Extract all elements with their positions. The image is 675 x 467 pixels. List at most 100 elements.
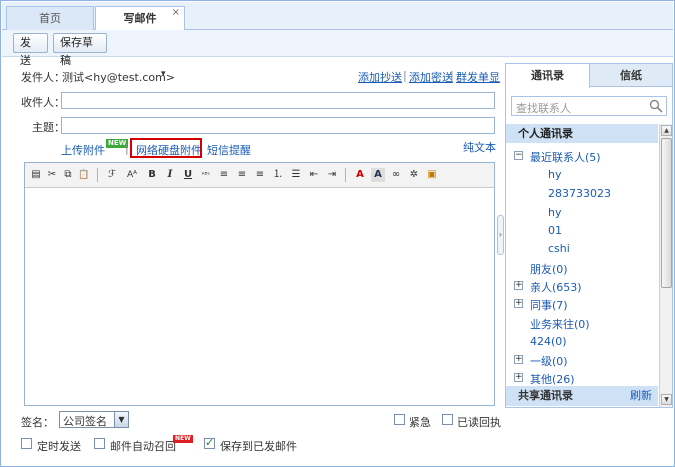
group-424[interactable]: 424(0) [530,335,567,348]
close-icon[interactable]: × [172,1,180,25]
scroll-down-icon[interactable]: ▼ [661,394,672,405]
link-icon[interactable]: ∞ [389,168,403,182]
signature-label: 签名： [21,416,54,429]
separate-send-link[interactable]: 群发单显 [456,69,500,85]
group-other[interactable]: 其他(26) [530,371,575,387]
contacts-tabs: 通讯录 信纸 [506,64,672,88]
tab-home[interactable]: 首页 [6,6,94,31]
subject-input[interactable] [61,117,495,134]
expand-icon[interactable]: + [514,355,523,364]
to-input[interactable] [61,92,495,109]
paste-icon[interactable]: 📋 [77,168,91,182]
save-draft-button[interactable]: 保存草稿 [53,33,107,67]
toolbar-divider [97,168,98,182]
save-sent-checkbox[interactable] [204,436,215,449]
font-color-icon[interactable]: A [353,168,367,182]
scroll-up-icon[interactable]: ▲ [661,125,672,136]
image-icon[interactable]: ▣ [425,168,439,182]
tab-home-label: 首页 [39,12,61,25]
sms-reminder-link[interactable]: 短信提醒 [207,142,251,158]
contact-search-input[interactable]: 查找联系人 [511,96,667,116]
divider: | [450,69,454,82]
save-sent-label: 保存到已发邮件 [220,440,297,453]
align-center-icon[interactable]: ≡ [235,168,249,182]
from-value[interactable]: 测试<hy@test.com> [62,69,175,85]
contact-item[interactable]: hy [548,206,561,219]
contacts-scrollbar[interactable]: ▲ ▼ [659,124,672,407]
compose-toolbar: 发送 保存草稿 [2,30,673,67]
scheduled-send-label: 定时发送 [37,440,81,453]
urgent-label: 紧急 [409,416,431,429]
copy-icon[interactable]: ⧉ [61,168,75,182]
chevron-down-icon[interactable]: ▾ [161,69,166,79]
tab-bar: 首页 写邮件 × [2,2,673,31]
expand-icon[interactable]: + [514,373,523,382]
compose-window: 首页 写邮件 × 发送 保存草稿 发件人： 测试<hy@test.com> ▾ … [0,0,675,467]
unordered-list-icon[interactable]: ☰ [289,168,303,182]
read-receipt-label: 已读回执 [457,416,501,429]
search-placeholder: 查找联系人 [516,102,571,115]
contacts-panel: 通讯录 信纸 查找联系人 个人通讯录 − 最近联系人(5) hy 2837330… [505,63,673,408]
contact-item[interactable]: hy [548,168,561,181]
auto-recall-label: 邮件自动召回 [110,440,176,453]
group-business[interactable]: 业务来往(0) [530,316,590,332]
auto-recall-checkbox[interactable] [94,438,105,449]
divider: | [125,142,129,155]
personal-contacts-header[interactable]: 个人通讯录 [506,124,658,143]
align-right-icon[interactable]: ≡ [253,168,267,182]
send-button[interactable]: 发送 [13,33,48,67]
from-label: 发件人： [21,71,65,84]
collapse-icon[interactable]: − [514,151,523,160]
expand-icon[interactable]: + [514,299,523,308]
tab-compose-label: 写邮件 [123,12,157,25]
add-cc-link[interactable]: 添加抄送 [358,69,402,85]
tab-compose[interactable]: 写邮件 × [95,6,185,31]
expand-icon[interactable]: + [514,281,523,290]
italic-icon[interactable]: I [163,168,177,182]
underline-icon[interactable]: U [181,168,195,182]
upload-attachment-link[interactable]: 上传附件 [61,142,105,158]
group-recent[interactable]: 最近联系人(5) [530,149,601,165]
divider: | [403,69,407,82]
message-editor[interactable]: ▤ ✂ ⧉ 📋 ℱ Aᴬ B I U ᴬᴮᶜ ≡ ≡ ≡ ⒈ ☰ ⇤ ⇥ A A… [24,162,495,406]
read-receipt-checkbox[interactable] [442,414,453,425]
font-size-icon[interactable]: Aᴬ [125,168,139,182]
font-family-icon[interactable]: ℱ [105,168,119,182]
scheduled-send-checkbox[interactable] [21,438,32,449]
highlight-box [130,138,202,158]
search-icon[interactable] [649,99,663,113]
outdent-icon[interactable]: ⇤ [307,168,321,182]
to-label: 收件人： [21,96,65,109]
shared-contacts-header[interactable]: 共享通讯录 刷新 [506,386,658,406]
unlink-icon[interactable]: ✲ [407,168,421,182]
align-left-icon[interactable]: ≡ [217,168,231,182]
chevron-down-icon: ▼ [114,412,128,427]
contact-item[interactable]: 01 [548,224,562,237]
contact-item[interactable]: cshi [548,242,570,255]
group-family[interactable]: 亲人(653) [530,279,582,295]
collapse-panel-handle[interactable]: › [497,215,504,255]
toolbar-divider [345,168,346,182]
shared-contacts-label: 共享通讯录 [518,389,573,402]
highlight-color-icon[interactable]: A [371,168,385,182]
indent-icon[interactable]: ⇥ [325,168,339,182]
scroll-thumb[interactable] [661,138,672,288]
group-colleagues[interactable]: 同事(7) [530,297,568,313]
tab-contacts[interactable]: 通讯录 [506,64,590,88]
refresh-link[interactable]: 刷新 [630,386,652,406]
plain-text-link[interactable]: 纯文本 [463,139,496,155]
strikethrough-icon[interactable]: ᴬᴮᶜ [199,168,213,182]
add-bcc-link[interactable]: 添加密送 [409,69,453,85]
bold-icon[interactable]: B [145,168,159,182]
tab-stationery[interactable]: 信纸 [590,64,672,87]
urgent-checkbox[interactable] [394,414,405,425]
ordered-list-icon[interactable]: ⒈ [271,168,285,182]
editor-toolbar: ▤ ✂ ⧉ 📋 ℱ Aᴬ B I U ᴬᴮᶜ ≡ ≡ ≡ ⒈ ☰ ⇤ ⇥ A A… [25,163,494,188]
group-level1[interactable]: 一级(0) [530,353,568,369]
contact-item[interactable]: 283733023 [548,187,611,200]
signature-select[interactable]: 公司签名 ▼ [59,411,129,428]
group-friends[interactable]: 朋友(0) [530,261,568,277]
new-badge: NEW [173,435,193,443]
cut-icon[interactable]: ✂ [45,168,59,182]
source-icon[interactable]: ▤ [29,168,43,182]
